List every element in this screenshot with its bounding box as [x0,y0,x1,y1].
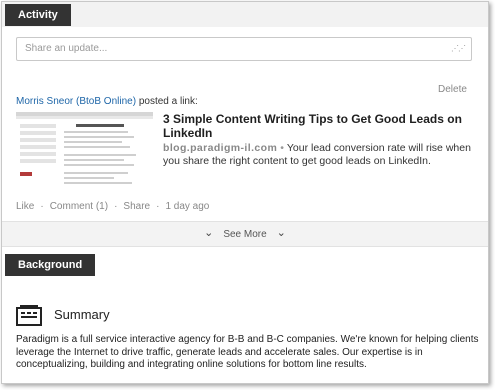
author-link[interactable]: Morris Sneor (BtoB Online) [16,96,136,107]
chevron-down-icon: ⌄ [204,227,214,239]
post-header: Morris Sneor (BtoB Online) posted a link… [16,96,198,107]
post-action-text: posted a link: [138,96,198,107]
post-actions: Like · Comment (1) · Share · 1 day ago [16,201,210,212]
activity-post: Delete Morris Sneor (BtoB Online) posted… [2,71,488,221]
summary-title: Summary [54,307,110,322]
share-update-input[interactable]: Share an update... ⋰⋰ [16,37,472,61]
profile-panel: Activity Share an update... ⋰⋰ Delete Mo… [1,1,489,384]
chevron-down-icon: ⌄ [276,227,286,239]
summary-card-icon [16,304,42,326]
like-link[interactable]: Like [16,201,34,212]
resize-grip-icon: ⋰⋰ [451,44,466,53]
link-description-block: blog.paradigm-il.com • Your lead conversio… [163,142,473,168]
separator-dot: • [280,142,284,154]
comment-link[interactable]: Comment (1) [50,201,108,212]
background-section-label: Background [5,254,96,276]
see-more-label: See More [223,229,267,240]
post-time: 1 day ago [165,201,210,212]
link-title[interactable]: 3 Simple Content Writing Tips to Get Goo… [163,112,463,140]
share-placeholder: Share an update... [25,43,108,54]
activity-header-band [2,2,488,27]
share-link[interactable]: Share [123,201,150,212]
see-more-button[interactable]: ⌄ See More ⌄ [2,221,488,247]
link-domain: blog.paradigm-il.com [163,142,278,154]
summary-text: Paradigm is a full service interactive a… [16,334,479,370]
activity-section-label: Activity [5,4,71,26]
activity-share-area: Share an update... ⋰⋰ [2,27,488,71]
delete-link[interactable]: Delete [438,84,467,95]
link-thumbnail[interactable] [16,112,153,190]
